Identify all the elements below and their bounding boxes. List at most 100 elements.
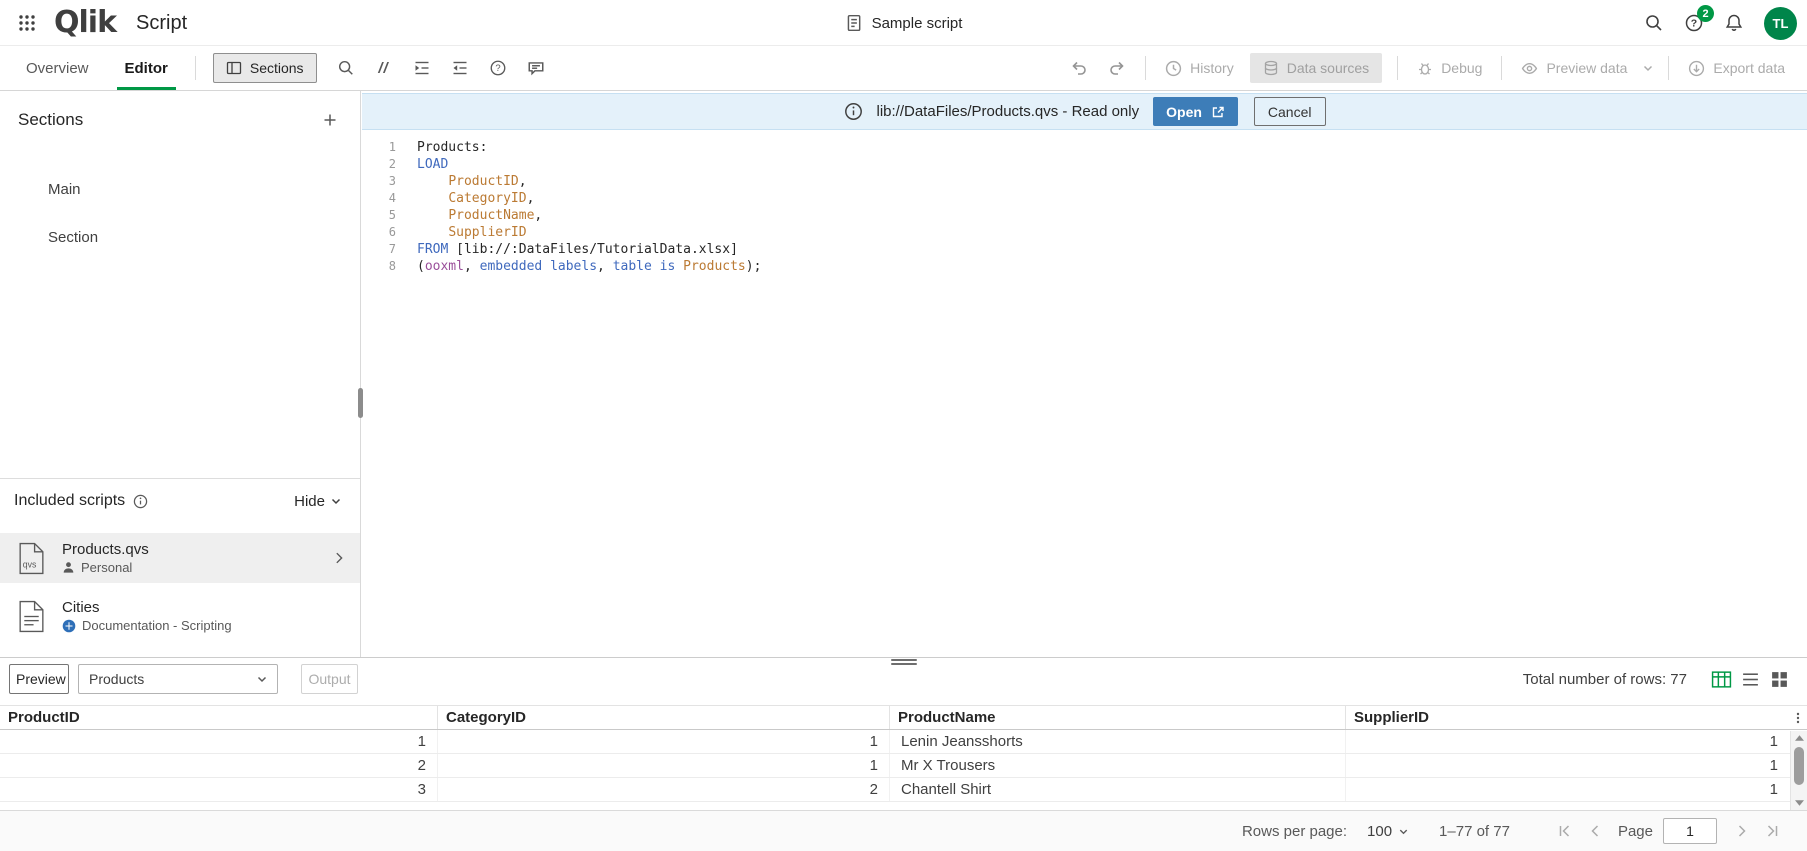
indent-button[interactable] [405, 51, 439, 85]
comment-toggle-button[interactable]: // [367, 51, 401, 85]
chevron-right-icon[interactable] [332, 551, 346, 565]
open-button[interactable]: Open [1153, 97, 1238, 126]
scroll-down-button[interactable] [1791, 796, 1807, 810]
code-line[interactable]: 1Products: [362, 139, 1807, 156]
total-rows-label: Total number of rows: 77 [1523, 671, 1687, 688]
table-row[interactable]: 21Mr X Trousers1 [0, 754, 1807, 778]
preview-button[interactable]: Preview [9, 664, 69, 694]
preview-data-dropdown-button[interactable] [1637, 51, 1659, 85]
global-search-button[interactable] [1636, 5, 1672, 41]
code-line[interactable]: 5 ProductName, [362, 207, 1807, 224]
grid-view-button[interactable] [1766, 666, 1792, 692]
data-sources-label: Data sources [1287, 60, 1369, 76]
scroll-up-button[interactable] [1791, 731, 1807, 745]
data-sources-button[interactable]: Data sources [1250, 53, 1382, 83]
app-launcher-button[interactable] [8, 4, 46, 42]
code-line[interactable]: 8(ooxml, embedded labels, table is Produ… [362, 258, 1807, 275]
section-item-main[interactable]: Main [0, 165, 360, 213]
page-number-input[interactable] [1663, 818, 1717, 844]
rows-per-page-select[interactable]: 100 [1361, 822, 1415, 841]
section-item-section[interactable]: Section [0, 213, 360, 261]
remark-button[interactable] [519, 51, 553, 85]
preview-data-label: Preview data [1546, 60, 1627, 76]
sections-list: Main Section [0, 165, 360, 261]
column-header-categoryid[interactable]: CategoryID [438, 706, 890, 729]
table-cell: 3 [0, 778, 438, 801]
chevron-down-icon [256, 673, 268, 685]
script-editor[interactable]: 1Products:2LOAD3 ProductID,4 CategoryID,… [362, 130, 1807, 657]
preview-data-button[interactable]: Preview data [1511, 51, 1637, 85]
search-icon [1644, 13, 1664, 33]
included-scripts-title: Included scripts [14, 492, 125, 510]
first-page-button[interactable] [1550, 816, 1580, 846]
table-cell: Mr X Trousers [890, 754, 1346, 777]
code-line[interactable]: 3 ProductID, [362, 173, 1807, 190]
code-text: FROM [lib://:DataFiles/TutorialData.xlsx… [417, 241, 738, 258]
scrollbar-thumb[interactable] [1794, 747, 1804, 785]
debug-button[interactable]: Debug [1407, 51, 1492, 85]
column-header-productid[interactable]: ProductID [0, 706, 438, 729]
column-header-productname[interactable]: ProductName [890, 706, 1346, 729]
avatar[interactable]: TL [1764, 7, 1797, 40]
help-button[interactable]: ? 2 [1676, 5, 1712, 41]
topbar-right: ? 2 TL [1636, 0, 1797, 46]
code-line[interactable]: 2LOAD [362, 156, 1807, 173]
undo-button[interactable] [1062, 51, 1096, 85]
list-view-button[interactable] [1737, 666, 1763, 692]
next-page-button[interactable] [1727, 816, 1757, 846]
code-line[interactable]: 4 CategoryID, [362, 190, 1807, 207]
code-text: ProductName, [417, 207, 542, 224]
output-button[interactable]: Output [301, 664, 358, 694]
first-page-icon [1557, 823, 1573, 839]
redo-icon [1108, 59, 1126, 77]
outdent-button[interactable] [443, 51, 477, 85]
splitter-handle-icon[interactable] [891, 659, 917, 665]
table-row[interactable]: 11Lenin Jeansshorts1 [0, 730, 1807, 754]
notifications-button[interactable] [1716, 5, 1752, 41]
script-file-icon [17, 600, 49, 633]
export-data-button[interactable]: Export data [1678, 51, 1795, 85]
column-header-supplierid[interactable]: SupplierID [1346, 706, 1789, 729]
redo-button[interactable] [1100, 51, 1134, 85]
grid-view-icon [1770, 670, 1789, 689]
included-script-products[interactable]: qvs Products.qvs Personal [0, 533, 360, 583]
space-globe-icon [62, 619, 76, 633]
history-label: History [1190, 60, 1234, 76]
sidebar-resize-handle[interactable] [358, 388, 363, 418]
included-script-cities[interactable]: Cities Documentation - Scripting [0, 591, 360, 641]
qlik-logo: Qlik [54, 8, 116, 38]
table-view-button[interactable] [1708, 666, 1734, 692]
table-selector-dropdown[interactable]: Products [78, 664, 278, 694]
divider [1145, 56, 1146, 80]
find-button[interactable] [329, 51, 363, 85]
info-circle-icon[interactable] [133, 494, 148, 509]
line-number: 7 [362, 241, 408, 258]
syntax-help-button[interactable]: ? [481, 51, 515, 85]
column-menu-button[interactable] [1789, 706, 1807, 729]
list-view-icon [1741, 670, 1760, 689]
document-title-button[interactable]: Sample script [845, 0, 963, 46]
qlik-script-editor-window: Qlik Script Sample script ? 2 TL Overvie… [0, 0, 1807, 851]
hide-included-scripts-button[interactable]: Hide [288, 492, 348, 511]
code-text: CategoryID, [417, 190, 534, 207]
sections-toggle-button[interactable]: Sections [213, 53, 317, 83]
panel-splitter[interactable] [0, 657, 1807, 664]
tab-overview[interactable]: Overview [8, 46, 107, 90]
code-line[interactable]: 6 SupplierID [362, 224, 1807, 241]
table-footer: Rows per page: 100 1–77 of 77 Page [0, 810, 1807, 851]
table-scrollbar[interactable] [1790, 731, 1807, 810]
table-view-icon [1711, 670, 1732, 689]
add-section-button[interactable] [316, 106, 344, 134]
history-button[interactable]: History [1155, 51, 1244, 85]
code-text: LOAD [417, 156, 448, 173]
search-icon [337, 59, 355, 77]
tab-editor[interactable]: Editor [107, 46, 186, 90]
cancel-button[interactable]: Cancel [1254, 97, 1326, 126]
previous-page-button[interactable] [1580, 816, 1610, 846]
table-cell: Lenin Jeansshorts [890, 730, 1346, 753]
topbar-left: Qlik Script [8, 0, 187, 46]
last-page-button[interactable] [1757, 816, 1787, 846]
table-row[interactable]: 32Chantell Shirt1 [0, 778, 1807, 802]
code-line[interactable]: 7 FROM [lib://:DataFiles/TutorialData.xls… [362, 241, 1807, 258]
rows-per-page-value: 100 [1367, 823, 1392, 840]
